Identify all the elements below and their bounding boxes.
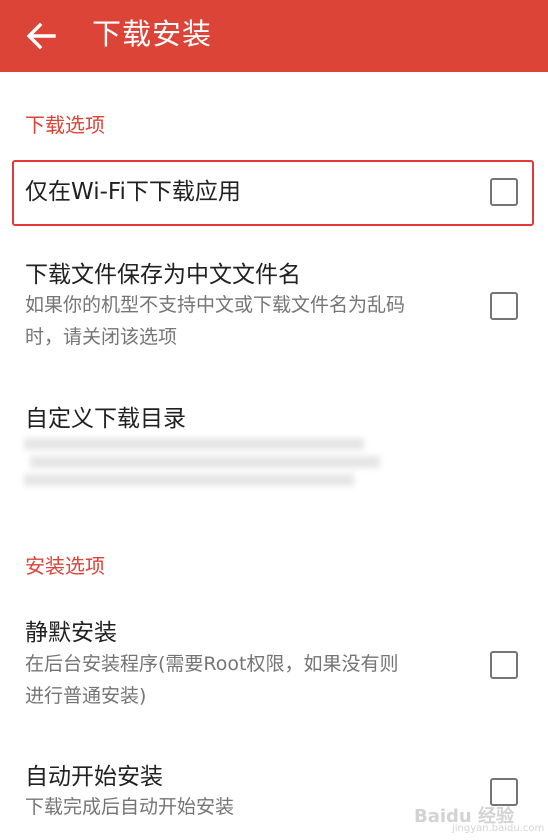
pref-summary-line-2: 进行普通安装) (25, 685, 147, 707)
section-header-download: 下载选项 (25, 113, 105, 137)
redacted-path (24, 436, 384, 490)
back-button[interactable] (14, 12, 68, 60)
silent-install-checkbox[interactable] (490, 651, 518, 679)
pref-title: 自动开始安装 (25, 764, 163, 790)
watermark: Baidu 经验 jingyan.baidu.com (410, 802, 544, 836)
pref-title: 下载文件保存为中文文件名 (25, 262, 301, 288)
chinese-filename-checkbox[interactable] (490, 292, 518, 320)
pref-summary: 下载完成后自动开始安装 (25, 796, 235, 818)
pref-summary-line-2: 时，请关闭该选项 (25, 326, 178, 348)
section-header-install: 安装选项 (25, 554, 105, 578)
app-bar: 下载安装 (0, 0, 548, 72)
pref-summary-line-1: 如果你的机型不支持中文或下载文件名为乱码 (25, 294, 406, 316)
pref-summary-line-1: 在后台安装程序(需要Root权限，如果没有则 (25, 653, 399, 675)
pref-title: 静默安装 (25, 620, 117, 646)
pref-silent-install[interactable]: 静默安装 在后台安装程序(需要Root权限，如果没有则 进行普通安装) (0, 604, 548, 724)
watermark-url: jingyan.baidu.com (452, 823, 545, 834)
pref-title: 自定义下载目录 (25, 406, 186, 432)
highlight-box (12, 160, 534, 226)
page-title: 下载安装 (92, 17, 213, 51)
pref-chinese-filename[interactable]: 下载文件保存为中文文件名 如果你的机型不支持中文或下载文件名为乱码 时，请关闭该… (0, 244, 548, 364)
arrow-left-icon (26, 22, 56, 50)
